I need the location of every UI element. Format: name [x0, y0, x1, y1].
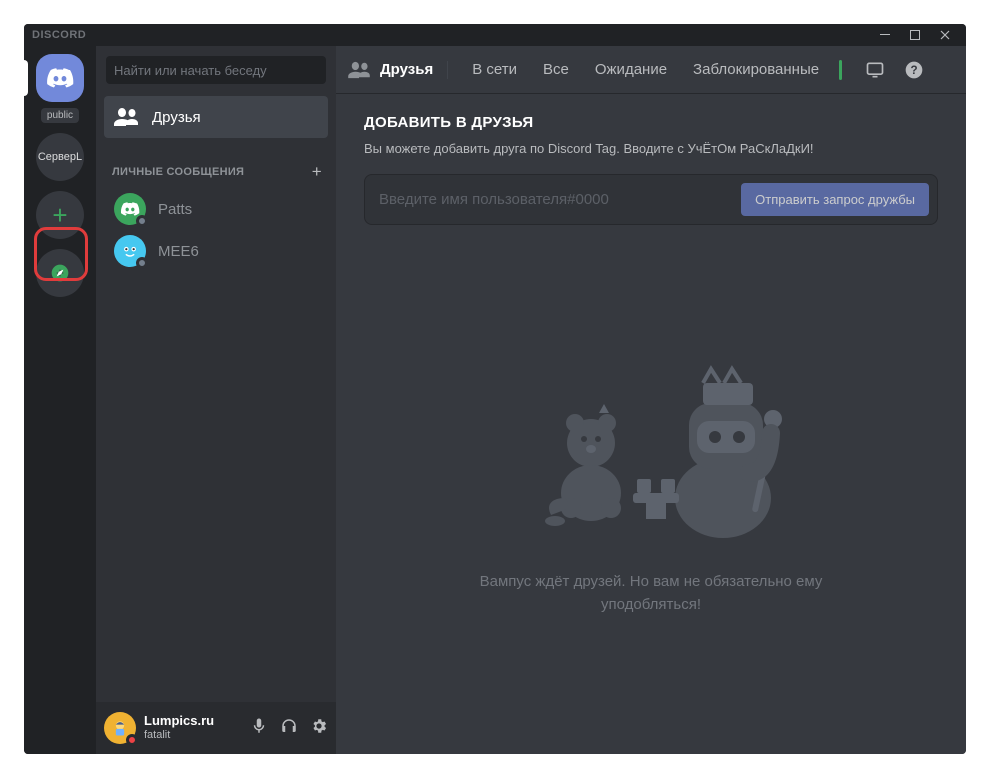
new-group-dm-button[interactable]: [858, 60, 892, 80]
current-user-status: fatalit: [144, 729, 242, 742]
dm-item-name: MEE6: [158, 243, 199, 260]
top-bar: Друзья В сети Все Ожидание Заблокированн…: [336, 46, 966, 94]
tab-blocked[interactable]: Заблокированные: [683, 57, 829, 82]
minimize-button[interactable]: [872, 26, 898, 44]
user-panel: Lumpics.ru fatalit: [96, 702, 336, 754]
status-dnd-icon: [126, 734, 138, 746]
current-user-avatar[interactable]: [104, 712, 136, 744]
tab-all[interactable]: Все: [533, 57, 579, 82]
dm-item[interactable]: MEE6: [104, 231, 328, 271]
tab-pending[interactable]: Ожидание: [585, 57, 677, 82]
compass-icon: [50, 263, 70, 283]
close-button[interactable]: [932, 26, 958, 44]
plus-icon: +: [52, 200, 67, 231]
tab-online[interactable]: В сети: [462, 57, 527, 82]
add-friend-subtitle: Вы можете добавить друга по Discord Tag.…: [364, 141, 938, 156]
add-friend-row: Отправить запрос дружбы: [364, 174, 938, 225]
send-friend-request-button[interactable]: Отправить запрос дружбы: [741, 183, 929, 216]
svg-text:?: ?: [911, 64, 918, 77]
add-friend-input[interactable]: [379, 191, 741, 208]
create-dm-button[interactable]: +: [312, 162, 322, 182]
headphones-icon: [280, 717, 298, 735]
deafen-button[interactable]: [280, 717, 298, 740]
window-title: DISCORD: [32, 29, 872, 41]
avatar: [114, 193, 146, 225]
microphone-icon: [250, 717, 268, 735]
server-rail: public СерверL +: [24, 46, 96, 754]
find-conversation-button[interactable]: Найти или начать беседу: [106, 56, 326, 84]
gear-icon: [310, 717, 328, 735]
main-content: Друзья В сети Все Ожидание Заблокированн…: [336, 46, 966, 754]
help-button[interactable]: ?: [898, 60, 930, 80]
mute-mic-button[interactable]: [250, 717, 268, 740]
status-offline-icon: [136, 215, 148, 227]
add-friend-title: ДОБАВИТЬ В ДРУЗЬЯ: [364, 114, 938, 131]
discord-avatar-icon: [120, 202, 140, 216]
status-offline-icon: [136, 257, 148, 269]
wumpus-illustration: [471, 343, 831, 543]
dm-header-text: ЛИЧНЫЕ СООБЩЕНИЯ: [112, 166, 244, 178]
friends-icon: [114, 107, 138, 127]
home-button[interactable]: [36, 54, 84, 102]
dm-item-name: Patts: [158, 201, 192, 218]
maximize-button[interactable]: [902, 26, 928, 44]
add-friend-indicator: [839, 60, 842, 80]
current-user-name: Lumpics.ru: [144, 714, 242, 729]
dm-sidebar: Найти или начать беседу Друзья ЛИЧНЫЕ СО…: [96, 46, 336, 754]
explore-button[interactable]: [36, 249, 84, 297]
search-placeholder-text: Найти или начать беседу: [114, 63, 267, 78]
server-item-label: СерверL: [38, 151, 82, 163]
titlebar: DISCORD: [24, 24, 966, 46]
add-server-button[interactable]: +: [36, 191, 84, 239]
server-item[interactable]: СерверL: [36, 133, 84, 181]
friends-icon: [348, 61, 370, 79]
empty-state-text: Вампус ждёт друзей. Но вам не обязательн…: [441, 571, 861, 616]
avatar: [114, 235, 146, 267]
dm-section-header: ЛИЧНЫЕ СООБЩЕНИЯ +: [96, 148, 336, 188]
friends-header: Друзья: [348, 61, 448, 79]
user-settings-button[interactable]: [310, 717, 328, 740]
server-folder-label[interactable]: public: [41, 108, 79, 123]
friends-nav-label: Друзья: [152, 109, 201, 126]
help-icon: ?: [904, 60, 924, 80]
monitor-icon: [864, 60, 886, 80]
dm-item[interactable]: Patts: [104, 189, 328, 229]
friends-nav-item[interactable]: Друзья: [104, 96, 328, 138]
empty-state: Вампус ждёт друзей. Но вам не обязательн…: [364, 225, 938, 734]
discord-logo-icon: [46, 68, 74, 88]
friends-header-label: Друзья: [380, 61, 433, 78]
